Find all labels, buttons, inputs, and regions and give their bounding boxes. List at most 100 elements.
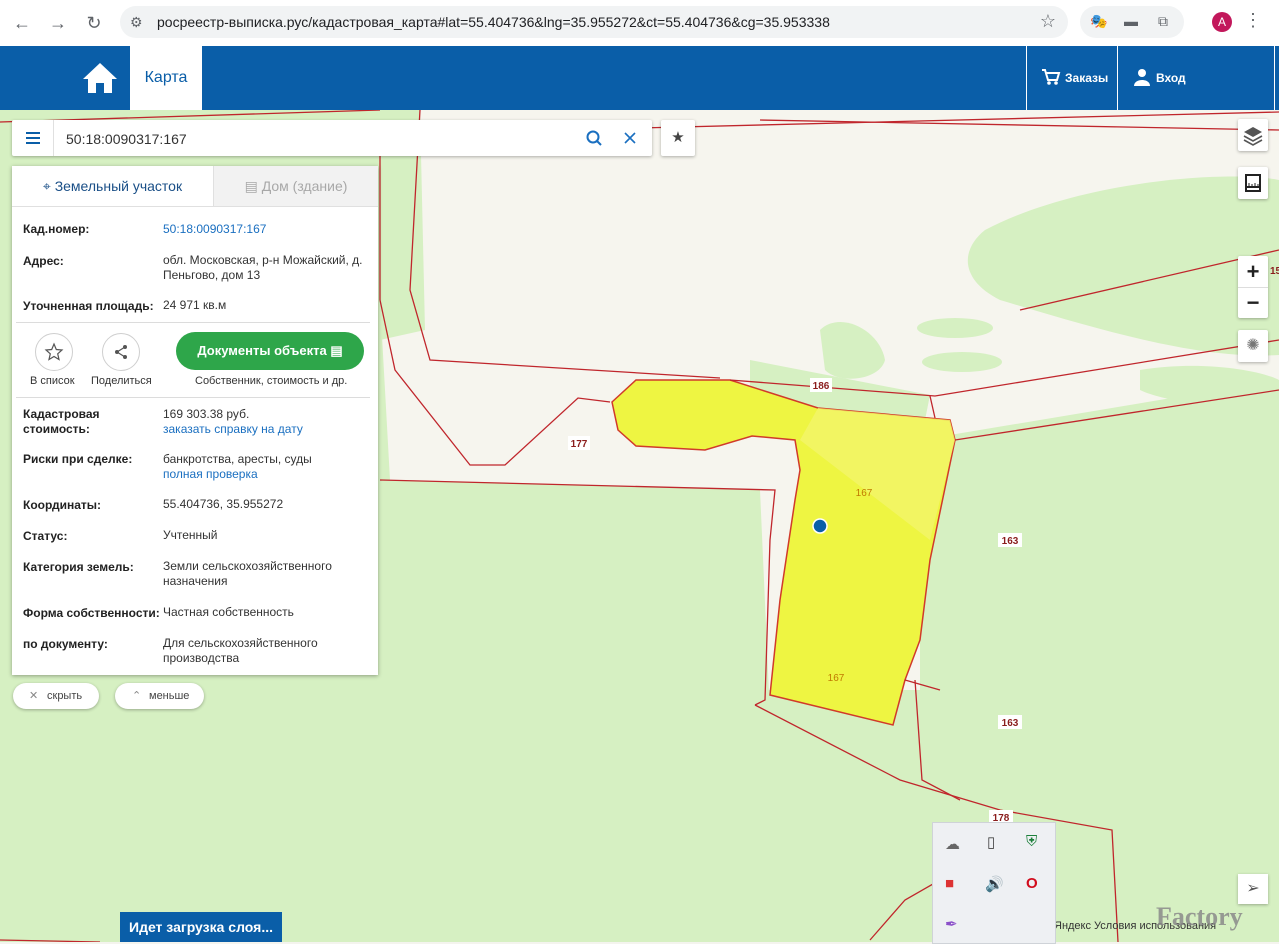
- share-label: Поделиться: [91, 375, 152, 387]
- status-value: Учтенный: [163, 528, 218, 542]
- ruler-button[interactable]: [1238, 167, 1268, 199]
- login-label: Вход: [1156, 71, 1186, 85]
- extension-icon[interactable]: ▬: [1124, 13, 1138, 29]
- star-icon: ★: [671, 129, 685, 146]
- app-header: Карта Заказы Вход: [0, 46, 1279, 110]
- object-documents-button[interactable]: Документы объекта ▤: [176, 332, 364, 370]
- location-marker[interactable]: [812, 518, 828, 534]
- login-button[interactable]: Вход: [1117, 46, 1275, 110]
- hamburger-icon: [26, 132, 40, 144]
- search-bar: [12, 120, 652, 156]
- field-value: банкротства, аресты, суды полная проверк…: [163, 452, 368, 482]
- orders-label: Заказы: [1065, 71, 1109, 85]
- puzzle-icon[interactable]: ⧉: [1158, 13, 1168, 30]
- field-label: Адрес:: [23, 254, 64, 268]
- less-button[interactable]: ⌃ меньше: [115, 683, 204, 709]
- parcel-label: 163: [1002, 536, 1019, 547]
- field-value: обл. Московская, р-н Можайский, д. Пеньг…: [163, 253, 363, 282]
- extensions-group: 🎭 ▬ ⧉: [1080, 6, 1184, 38]
- order-certificate-link[interactable]: заказать справку на дату: [163, 422, 368, 437]
- speaker-icon[interactable]: 🔊: [985, 875, 1004, 893]
- field-label: Категория земель:: [23, 560, 134, 574]
- divider: [16, 397, 370, 398]
- ruler-icon: [1245, 174, 1261, 192]
- cadastral-number-link[interactable]: 50:18:0090317:167: [163, 222, 368, 237]
- forward-icon[interactable]: →: [46, 11, 70, 35]
- parcel-label: 163: [1002, 718, 1019, 729]
- parcel-label: 167: [856, 488, 873, 499]
- extension-icon[interactable]: 🎭: [1090, 13, 1107, 30]
- tab-land-plot[interactable]: ⌖ Земельный участок: [12, 166, 214, 206]
- parcel-label: 159: [1270, 266, 1279, 277]
- zoom-out-button[interactable]: −: [1238, 288, 1268, 318]
- field-value: Частная собственность: [163, 605, 294, 619]
- parcel-label: 186: [813, 381, 830, 392]
- tab-label: Земельный участок: [54, 178, 183, 194]
- layer-loading-banner: Идет загрузка слоя...: [120, 912, 282, 942]
- full-check-link[interactable]: полная проверка: [163, 467, 368, 482]
- panel-tabs: ⌖ Земельный участок ▤ Дом (здание): [12, 166, 378, 207]
- navigation-arrow-icon[interactable]: ➢: [1238, 874, 1268, 904]
- share-icon: [115, 345, 127, 359]
- risks-value: банкротства, аресты, суды: [163, 452, 312, 466]
- reload-icon[interactable]: ↻: [82, 11, 106, 35]
- divider: [16, 322, 370, 323]
- pin-icon: ⌖: [42, 178, 51, 194]
- site-settings-icon[interactable]: ⚙: [130, 14, 143, 31]
- favorites-button[interactable]: ★: [661, 120, 695, 156]
- share-button[interactable]: [102, 333, 140, 371]
- loading-spinner-icon: ✺: [1238, 330, 1268, 362]
- tab-house[interactable]: ▤ Дом (здание): [214, 166, 378, 206]
- document-icon: ▤: [330, 343, 343, 358]
- usb-icon[interactable]: ▯: [987, 833, 995, 851]
- orders-button[interactable]: Заказы: [1026, 46, 1117, 110]
- watermark: Factory: [1156, 902, 1243, 931]
- profile-avatar[interactable]: A: [1212, 12, 1232, 32]
- shield-icon[interactable]: ⛨: [1026, 833, 1037, 850]
- onedrive-icon[interactable]: ☁: [945, 835, 960, 853]
- field-value: 169 303.38 руб. заказать справку на дату: [163, 407, 368, 437]
- zoom-control: + −: [1238, 256, 1268, 318]
- layers-button[interactable]: [1238, 119, 1268, 151]
- bookmark-star-icon[interactable]: ☆: [1040, 11, 1056, 32]
- documents-label: Документы объекта: [197, 343, 327, 358]
- search-input[interactable]: [64, 126, 568, 152]
- building-icon: ▤: [244, 178, 258, 194]
- hide-panel-button[interactable]: ✕ скрыть: [13, 683, 99, 709]
- home-icon[interactable]: [80, 60, 120, 96]
- coordinates-value: 55.404736, 35.955272: [163, 497, 284, 511]
- pen-icon[interactable]: ✒: [945, 915, 958, 933]
- chevron-up-icon: ⌃: [132, 690, 142, 702]
- cart-icon: [1042, 69, 1061, 85]
- parcel-label: 177: [571, 439, 588, 450]
- add-to-list-button[interactable]: [35, 333, 73, 371]
- tab-label: Дом (здание): [261, 178, 348, 194]
- field-value: Для сельскохозяйственного производства: [163, 636, 318, 665]
- field-label: Риски при сделке:: [23, 452, 133, 466]
- field-label: Кадастровая стоимость:: [23, 407, 100, 436]
- zoom-in-button[interactable]: +: [1238, 256, 1268, 288]
- more-menu-icon[interactable]: ⋮: [1244, 10, 1262, 31]
- clear-icon[interactable]: [624, 132, 636, 144]
- field-label: по документу:: [23, 637, 108, 651]
- layers-icon: [1243, 127, 1263, 146]
- field-label: Уточненная площадь:: [23, 299, 154, 313]
- menu-button[interactable]: [12, 120, 54, 156]
- address-bar[interactable]: ⚙ росреестр-выписка.рус/кадастровая_карт…: [120, 6, 1068, 38]
- search-icon[interactable]: [586, 130, 602, 146]
- documents-subtitle: Собственник, стоимость и др.: [195, 375, 348, 387]
- add-to-list-label: В список: [30, 375, 75, 387]
- app-record-icon[interactable]: ■: [945, 875, 954, 892]
- back-icon[interactable]: ←: [10, 11, 34, 35]
- field-label: Форма собственности:: [23, 606, 160, 620]
- browser-chrome: ← → ↻ ⚙ росреестр-выписка.рус/кадастрова…: [0, 0, 1279, 47]
- user-icon: [1134, 69, 1150, 86]
- opera-icon[interactable]: O: [1026, 875, 1038, 892]
- field-value: Земли сельскохозяйственного назначения: [163, 559, 332, 588]
- star-outline-icon: [44, 342, 64, 361]
- parcel-label: 167: [828, 673, 845, 684]
- hide-label: скрыть: [47, 690, 83, 702]
- field-label: Кад.номер:: [23, 222, 90, 236]
- url-text[interactable]: росреестр-выписка.рус/кадастровая_карта#…: [157, 14, 830, 30]
- tab-map[interactable]: Карта: [130, 46, 202, 110]
